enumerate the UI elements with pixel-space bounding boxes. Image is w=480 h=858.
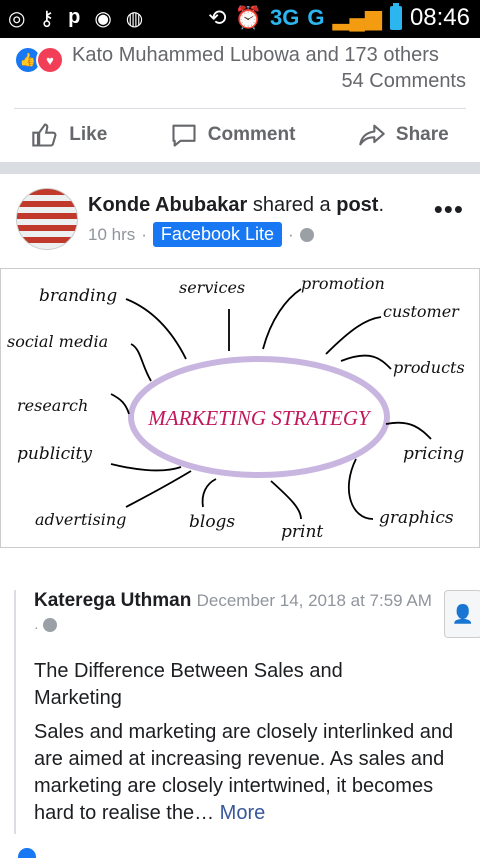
comment-label: Comment (207, 124, 296, 145)
reactions-summary[interactable]: 👍 ♥ Kato Muhammed Lubowa and 173 others … (14, 42, 466, 98)
reaction-icons: 👍 ♥ (14, 46, 64, 74)
like-button[interactable]: Like (31, 121, 107, 149)
shared-text: shared a (247, 194, 337, 216)
comments-count[interactable]: 54 Comments (342, 70, 467, 93)
network-3g: 3G (270, 5, 300, 30)
like-label: Like (69, 124, 108, 145)
comment-button[interactable]: Comment (170, 121, 296, 149)
network-g: G (307, 5, 325, 30)
author-line: Konde Abubakar shared a post. (88, 194, 384, 217)
whatsapp-icon: ◎ (8, 8, 26, 30)
more-options-icon[interactable]: ••• (434, 194, 464, 225)
globe-icon (299, 227, 314, 242)
share-button[interactable]: Share (358, 121, 449, 149)
label-customer: customer (383, 302, 460, 321)
author-name[interactable]: Konde Abubakar (88, 194, 247, 216)
label-research: research (17, 396, 88, 415)
add-friend-icon[interactable]: 👤 (444, 590, 480, 638)
rotate-icon: ⟲ (208, 5, 227, 30)
avatar[interactable] (16, 188, 78, 250)
globe-icon (42, 618, 57, 632)
label-promotion: promotion (301, 274, 385, 293)
center-label: MARKETING STRATEGY (147, 406, 372, 430)
love-reaction-icon: ♥ (36, 46, 64, 74)
p-icon: p (68, 6, 81, 28)
chrome-icon: ◍ (125, 8, 144, 30)
post-header: Konde Abubakar shared a post. 10 hrs · F… (14, 186, 466, 250)
share-icon (359, 124, 385, 146)
app-badge[interactable]: Facebook Lite (152, 222, 282, 247)
shared-date[interactable]: December 14, 2018 at 7:59 AM (197, 591, 432, 610)
label-print: print (281, 522, 323, 542)
meta-dot: · (141, 224, 147, 244)
post-meta: 10 hrs · Facebook Lite · (88, 222, 314, 247)
shared-author-name[interactable]: Kateregа Uthman (34, 590, 191, 611)
shared-post[interactable]: Kateregа Uthman December 14, 2018 at 7:5… (14, 590, 480, 834)
post-link[interactable]: post (336, 194, 378, 216)
comment-icon (172, 124, 196, 147)
status-right: ⟲ ⏰ 3G G ▂▄▆ 08:46 (208, 3, 470, 32)
post-time[interactable]: 10 hrs (88, 225, 135, 245)
divider (14, 108, 466, 109)
alarm-icon: ⏰ (234, 5, 263, 30)
shared-title[interactable]: The Difference Between Sales and Marketi… (34, 658, 434, 712)
share-label: Share (395, 124, 449, 145)
key-icon: ⚷ (39, 8, 55, 30)
label-publicity: publicity (17, 444, 92, 464)
shared-meta: · (34, 618, 57, 635)
label-blogs: blogs (189, 512, 235, 532)
status-left-icons: ◎ ⚷ p ◉ ◍ (8, 6, 143, 31)
clock: 08:46 (409, 4, 470, 31)
label-graphics: graphics (379, 508, 454, 528)
post-separator (0, 162, 480, 174)
shared-body: Sales and marketing are closely interlin… (34, 719, 454, 827)
period: . (378, 194, 385, 216)
label-services: services (179, 278, 245, 297)
shared-dot: · (34, 619, 39, 635)
battery-icon (389, 3, 402, 30)
partial-next-avatar (18, 848, 36, 858)
post-actions: Like Comment Share (0, 112, 480, 158)
status-bar: ◎ ⚷ p ◉ ◍ ⟲ ⏰ 3G G ▂▄▆ 08:46 (0, 0, 480, 38)
label-branding: branding (39, 286, 117, 306)
label-advertising: advertising (35, 510, 126, 529)
meta-dot-2: · (288, 224, 294, 244)
thumbs-up-icon (32, 123, 57, 147)
see-more-link[interactable]: More (220, 802, 266, 824)
post-image[interactable]: MARKETING STRATEGY branding services pro… (0, 268, 480, 548)
label-pricing: pricing (403, 444, 464, 464)
marketing-strategy-diagram: MARKETING STRATEGY branding services pro… (7, 274, 465, 542)
reactions-text[interactable]: Kato Muhammed Lubowa and 173 others (72, 44, 439, 67)
label-products: products (393, 358, 465, 377)
label-social-media: social media (7, 332, 108, 351)
chat-icon: ◉ (94, 8, 112, 30)
shared-author-line: Kateregа Uthman December 14, 2018 at 7:5… (34, 590, 432, 612)
signal-icon: ▂▄▆ (332, 5, 382, 30)
